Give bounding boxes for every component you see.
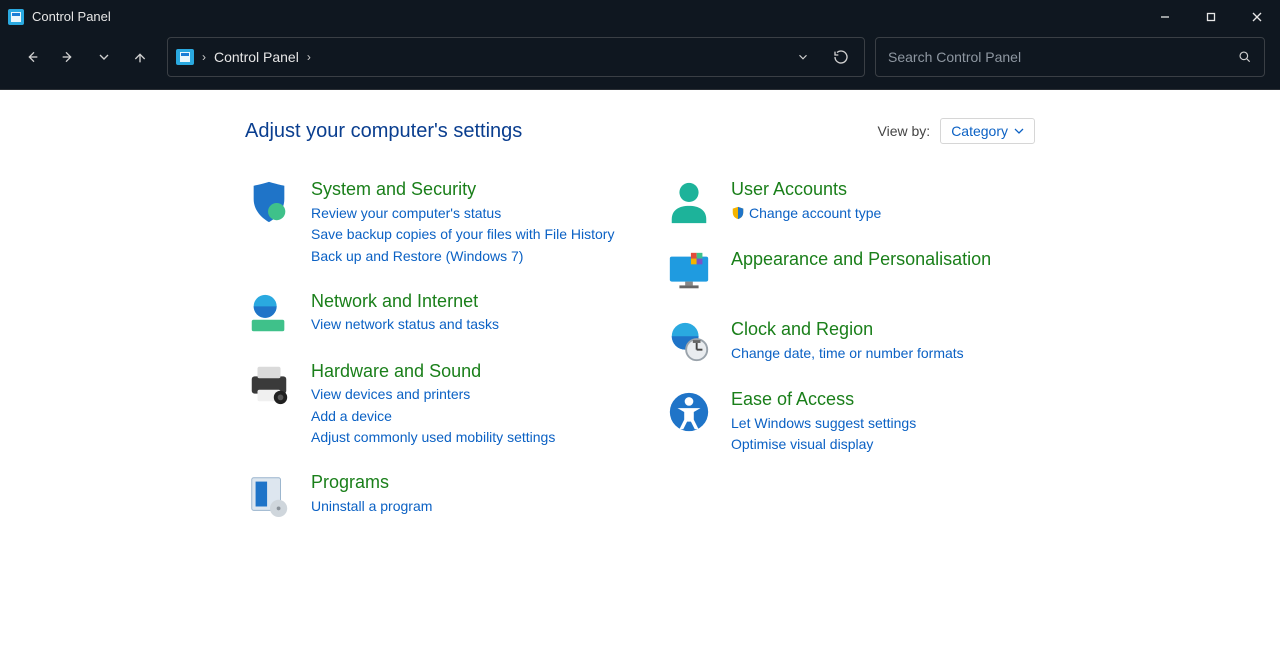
clock-globe-icon xyxy=(665,318,713,366)
category-clock-region: Clock and Region Change date, time or nu… xyxy=(665,318,1085,366)
category-title[interactable]: System and Security xyxy=(311,178,614,201)
titlebar: Control Panel xyxy=(0,0,1280,33)
user-icon xyxy=(665,178,713,226)
back-button[interactable] xyxy=(15,39,49,75)
view-by-select[interactable]: Category xyxy=(940,118,1035,144)
category-hardware: Hardware and Sound View devices and prin… xyxy=(245,360,665,450)
uac-shield-icon xyxy=(731,206,745,220)
monitor-icon xyxy=(665,248,713,296)
printer-icon xyxy=(245,360,293,408)
refresh-button[interactable] xyxy=(826,42,856,72)
view-by: View by: Category xyxy=(878,118,1035,144)
chevron-right-icon: › xyxy=(202,50,206,64)
category-network: Network and Internet View network status… xyxy=(245,290,665,338)
category-appearance: Appearance and Personalisation xyxy=(665,248,1085,296)
category-user-accounts: User Accounts Change account type xyxy=(665,178,1085,226)
recent-locations-button[interactable] xyxy=(87,39,121,75)
category-link[interactable]: View network status and tasks xyxy=(311,314,499,336)
toolbar: › Control Panel › xyxy=(0,33,1280,90)
programs-icon xyxy=(245,471,293,519)
app-icon xyxy=(8,9,24,25)
view-by-label: View by: xyxy=(878,123,931,139)
breadcrumb-location[interactable]: Control Panel xyxy=(214,49,299,65)
chevron-down-icon xyxy=(1014,126,1024,136)
category-ease-of-access: Ease of Access Let Windows suggest setti… xyxy=(665,388,1085,456)
category-link[interactable]: View devices and printers xyxy=(311,384,555,406)
content: Adjust your computer's settings View by:… xyxy=(0,90,1280,541)
category-link[interactable]: Adjust commonly used mobility settings xyxy=(311,427,555,449)
category-link[interactable]: Change account type xyxy=(731,203,881,225)
category-system-security: System and Security Review your computer… xyxy=(245,178,665,268)
forward-button[interactable] xyxy=(51,39,85,75)
page-title: Adjust your computer's settings xyxy=(245,120,522,143)
search-icon[interactable] xyxy=(1238,50,1252,64)
address-dropdown-button[interactable] xyxy=(788,42,818,72)
chevron-right-icon: › xyxy=(307,50,311,64)
address-bar[interactable]: › Control Panel › xyxy=(167,37,865,77)
category-link[interactable]: Let Windows suggest settings xyxy=(731,413,916,435)
view-by-value: Category xyxy=(951,123,1008,139)
network-icon xyxy=(245,290,293,338)
search-input[interactable] xyxy=(888,49,1238,65)
category-link[interactable]: Uninstall a program xyxy=(311,496,432,518)
shield-icon xyxy=(245,178,293,226)
category-title[interactable]: Network and Internet xyxy=(311,290,499,313)
category-title[interactable]: Programs xyxy=(311,471,432,494)
category-programs: Programs Uninstall a program xyxy=(245,471,665,519)
search-bar[interactable] xyxy=(875,37,1265,77)
category-link[interactable]: Change date, time or number formats xyxy=(731,343,964,365)
up-button[interactable] xyxy=(123,39,157,75)
close-button[interactable] xyxy=(1234,0,1280,33)
category-title[interactable]: Appearance and Personalisation xyxy=(731,248,991,271)
category-title[interactable]: Hardware and Sound xyxy=(311,360,555,383)
window-title: Control Panel xyxy=(32,9,111,24)
category-title[interactable]: User Accounts xyxy=(731,178,881,201)
category-title[interactable]: Ease of Access xyxy=(731,388,916,411)
category-link[interactable]: Save backup copies of your files with Fi… xyxy=(311,224,614,246)
maximize-button[interactable] xyxy=(1188,0,1234,33)
accessibility-icon xyxy=(665,388,713,436)
control-panel-icon xyxy=(176,49,194,65)
category-link[interactable]: Review your computer's status xyxy=(311,203,614,225)
minimize-button[interactable] xyxy=(1142,0,1188,33)
category-link[interactable]: Optimise visual display xyxy=(731,434,916,456)
category-link[interactable]: Back up and Restore (Windows 7) xyxy=(311,246,614,268)
category-link[interactable]: Add a device xyxy=(311,406,555,428)
category-title[interactable]: Clock and Region xyxy=(731,318,964,341)
